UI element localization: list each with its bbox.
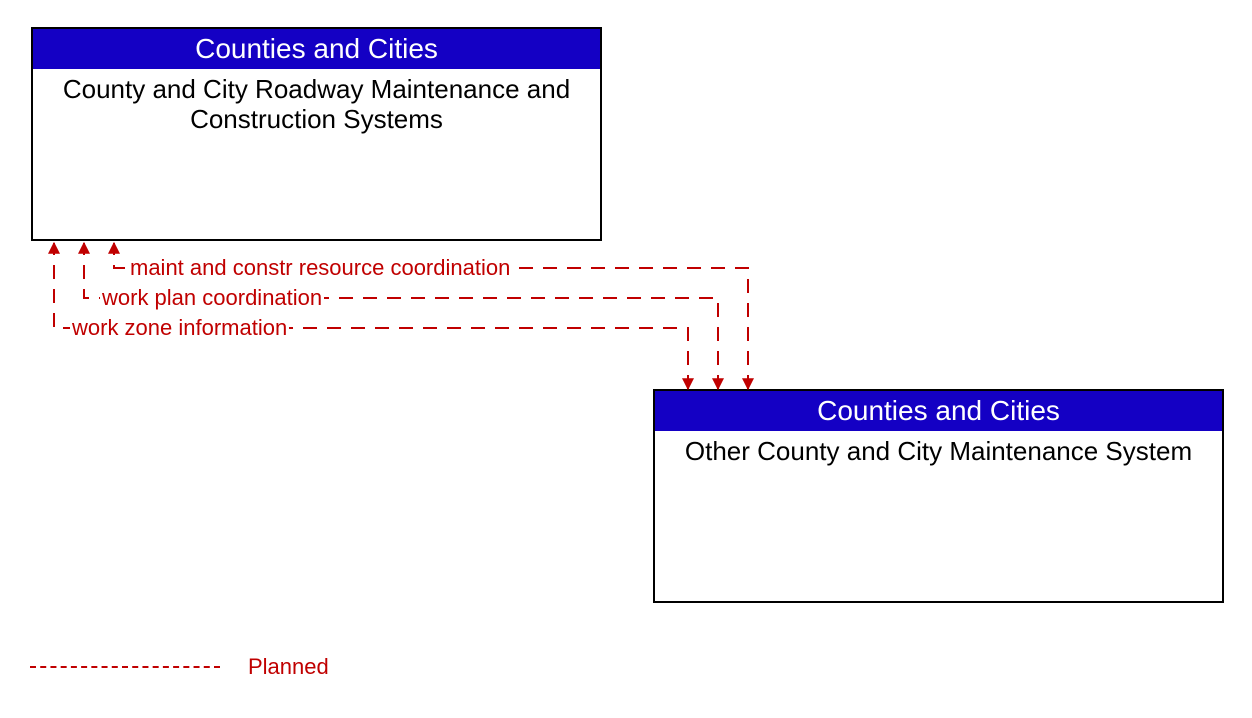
entity-box-bottom: Counties and Cities Other County and Cit… [653,389,1224,603]
entity-top-body: County and City Roadway Maintenance and … [33,69,600,141]
flow-label-f1: maint and constr resource coordination [128,255,512,281]
entity-box-top: Counties and Cities County and City Road… [31,27,602,241]
entity-top-header: Counties and Cities [33,29,600,69]
flow-label-f3: work zone information [70,315,289,341]
entity-bottom-header: Counties and Cities [655,391,1222,431]
legend-line-planned [30,666,220,668]
legend-label-planned: Planned [248,654,329,680]
legend: Planned [30,654,329,680]
entity-bottom-body: Other County and City Maintenance System [655,431,1222,473]
flow-label-f2: work plan coordination [100,285,324,311]
